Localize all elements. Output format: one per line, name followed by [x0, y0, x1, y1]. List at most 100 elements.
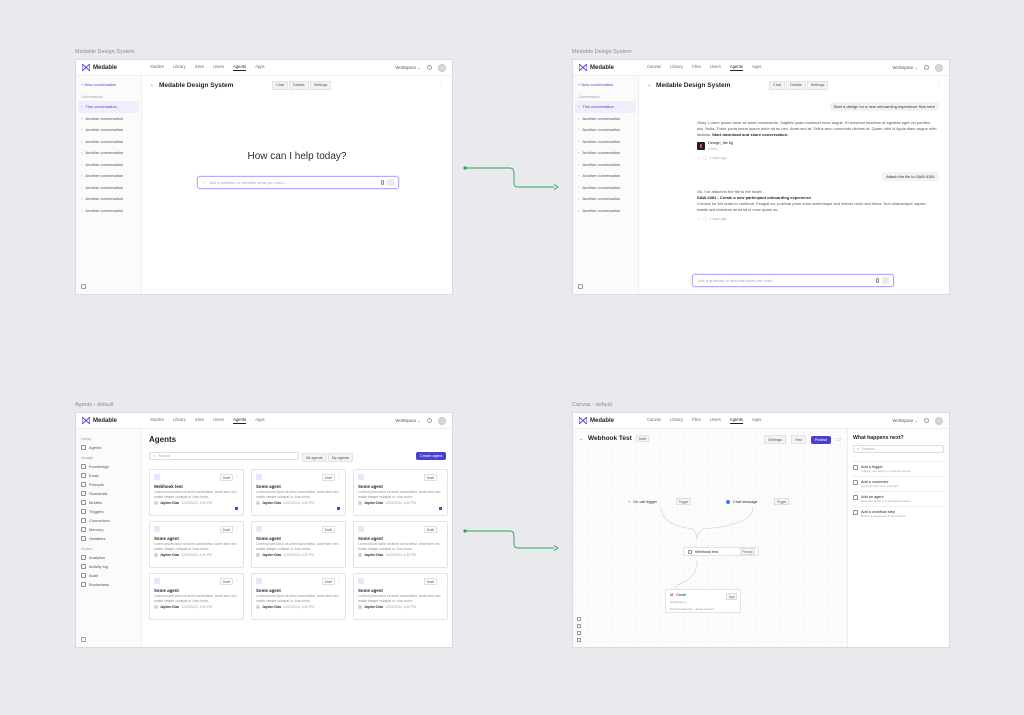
agents-search-input[interactable]: ⌕ Search	[149, 452, 299, 460]
conversation-item[interactable]: ◦ Another conversation	[81, 113, 136, 125]
nav-studies[interactable]: Studies	[150, 417, 164, 424]
back-arrow-icon[interactable]: ←	[647, 82, 652, 88]
workspace-select[interactable]: Workspace ⌄	[395, 418, 421, 423]
plus-icon[interactable]: +	[203, 180, 205, 185]
collapse-sidebar-icon[interactable]	[81, 284, 86, 289]
filter-my-agents[interactable]: My agents	[327, 453, 354, 462]
conversation-item[interactable]: ◦ Another conversation	[81, 205, 136, 217]
sidebar-item-memory[interactable]: Memory	[81, 525, 136, 534]
sidebar-item-analytics[interactable]: Analytics	[81, 553, 136, 562]
tab-details[interactable]: Details	[289, 80, 309, 90]
add-connector-option[interactable]: Add a connector Connect with tools and ap…	[853, 476, 944, 491]
microphone-icon[interactable]	[876, 278, 879, 283]
help-icon[interactable]	[427, 418, 432, 423]
conversation-item[interactable]: ◦ Another conversation	[578, 147, 633, 159]
chat-composer[interactable]: Ask a question or describe what you need…	[692, 274, 894, 287]
new-conversation-button[interactable]: + New conversation	[81, 82, 136, 87]
nav-library[interactable]: Library	[173, 64, 186, 71]
webhook-node[interactable]: Webhook test Prompt	[683, 547, 759, 556]
trigger-node-call[interactable]: + On call trigger Trigger	[623, 497, 695, 506]
conversation-item[interactable]: ◦ Another conversation	[578, 136, 633, 148]
new-conversation-button[interactable]: + New conversation	[578, 82, 633, 87]
send-button[interactable]	[882, 277, 889, 284]
brand-logo[interactable]: Medable	[82, 64, 150, 71]
conversation-item[interactable]: ◦ Another conversation	[578, 182, 633, 194]
back-arrow-icon[interactable]: ←	[150, 82, 155, 88]
agent-card[interactable]: Draft ⋮ Some agent Lorem ipsum dolor sit am…	[251, 469, 346, 516]
nav-agents[interactable]: Agents	[729, 64, 743, 71]
nav-apps[interactable]: Apps	[255, 417, 265, 424]
nav-files[interactable]: Files	[692, 417, 701, 424]
nav-sites[interactable]: Sites	[195, 64, 204, 71]
user-avatar[interactable]	[935, 63, 943, 72]
conversation-item[interactable]: ◦ Another conversation	[81, 147, 136, 159]
agent-card[interactable]: Draft ⋮ Some agent Lorem ipsum dolor sit am…	[149, 573, 244, 620]
agent-card[interactable]: Draft ⋮ Some agent Lorem ipsum dolor sit am…	[353, 469, 448, 516]
copy-icon[interactable]: ▢	[703, 155, 706, 161]
tab-settings[interactable]: Settings	[806, 80, 829, 90]
send-button[interactable]	[387, 179, 394, 186]
workflow-canvas[interactable]: ← Webhook Test Draft Settings Test Publi…	[573, 429, 847, 647]
workspace-select[interactable]: Workspace ⌄	[892, 418, 918, 423]
sidebar-item-connectors[interactable]: Connectors	[81, 516, 136, 525]
more-options-icon[interactable]: ⋮	[337, 578, 341, 583]
user-avatar[interactable]	[438, 63, 446, 72]
agent-card[interactable]: Draft ⋮ Some agent Lorem ipsum dolor sit am…	[251, 521, 346, 568]
conversation-item[interactable]: ◦ Another conversation	[81, 159, 136, 171]
create-agent-button[interactable]: Create agent	[416, 452, 446, 460]
nav-apps[interactable]: Apps	[255, 64, 265, 71]
nav-apps[interactable]: Apps	[752, 417, 762, 424]
nav-studies[interactable]: Studies	[150, 64, 164, 71]
nav-canvas[interactable]: Canvas	[647, 64, 661, 71]
microphone-icon[interactable]	[381, 180, 384, 185]
nav-agents[interactable]: Agents	[233, 417, 247, 424]
nav-apps[interactable]: Apps	[752, 64, 762, 71]
conversation-item[interactable]: ◦ Another conversation	[81, 170, 136, 182]
more-options-icon[interactable]: ⋮	[235, 578, 239, 583]
add-workflow-step-option[interactable]: Add a workflow step Define a sequence of …	[853, 506, 944, 521]
nav-users[interactable]: Users	[213, 64, 224, 71]
nav-users[interactable]: Users	[213, 417, 224, 424]
add-trigger-option[interactable]: Add a trigger Trigger your agent on speci…	[853, 461, 944, 476]
more-options-icon[interactable]: ⋮	[235, 474, 239, 479]
sidebar-item-knowledge[interactable]: Knowledge	[81, 462, 136, 471]
sidebar-item-evals[interactable]: Evals	[81, 471, 136, 480]
agent-card[interactable]: Draft ⋮ Webhook test Lorem ipsum dolor sit …	[149, 469, 244, 516]
conversation-item[interactable]: ◦ Another conversation	[578, 193, 633, 205]
nav-users[interactable]: Users	[710, 64, 721, 71]
more-options-icon[interactable]: ⋮	[439, 474, 443, 479]
help-icon[interactable]	[924, 418, 929, 423]
tab-settings[interactable]: Settings	[309, 80, 332, 90]
thumbs-up-icon[interactable]: ♡	[697, 155, 700, 161]
sidebar-item-prompts[interactable]: Prompts	[81, 480, 136, 489]
conversation-item[interactable]: ◦ Another conversation	[81, 136, 136, 148]
collapse-sidebar-icon[interactable]	[81, 637, 86, 642]
filter-all-agents[interactable]: All agents	[302, 453, 327, 462]
nav-users[interactable]: Users	[710, 417, 721, 424]
nav-sites[interactable]: Sites	[195, 417, 204, 424]
sidebar-item-variables[interactable]: Variables	[81, 534, 136, 543]
user-avatar[interactable]	[935, 416, 943, 425]
ticket-title[interactable]: SAW-4381 - Create a new participant onbo…	[697, 195, 811, 200]
sidebar-item-models[interactable]: Models	[81, 498, 136, 507]
nav-library[interactable]: Library	[670, 64, 683, 71]
workspace-select[interactable]: Workspace ⌄	[395, 65, 421, 70]
brand-logo[interactable]: Medable	[579, 417, 647, 424]
panel-search-input[interactable]: ⌕ Search...	[853, 445, 944, 453]
thumbs-up-icon[interactable]: ♡	[697, 216, 700, 222]
conversation-item[interactable]: ◦ Another conversation	[578, 113, 633, 125]
conversation-item[interactable]: ◦ Another conversation	[578, 170, 633, 182]
more-options-icon[interactable]: ⋮	[337, 526, 341, 531]
tab-chat[interactable]: Chat	[272, 80, 289, 90]
help-icon[interactable]	[924, 65, 929, 70]
sidebar-item-bookmarks[interactable]: Bookmarks	[81, 580, 136, 589]
collapse-sidebar-icon[interactable]	[578, 284, 583, 289]
file-attachment[interactable]: Design_file.fig 2.4mb	[697, 140, 937, 152]
conversation-item-active[interactable]: ◦ This conversation	[78, 101, 139, 113]
fit-view-icon[interactable]	[577, 631, 581, 635]
nav-agents[interactable]: Agents	[233, 64, 247, 71]
workspace-select[interactable]: Workspace ⌄	[892, 65, 918, 70]
more-options-icon[interactable]: ⋮	[936, 82, 941, 88]
zoom-out-icon[interactable]	[577, 624, 581, 628]
more-options-icon[interactable]: ⋮	[235, 526, 239, 531]
